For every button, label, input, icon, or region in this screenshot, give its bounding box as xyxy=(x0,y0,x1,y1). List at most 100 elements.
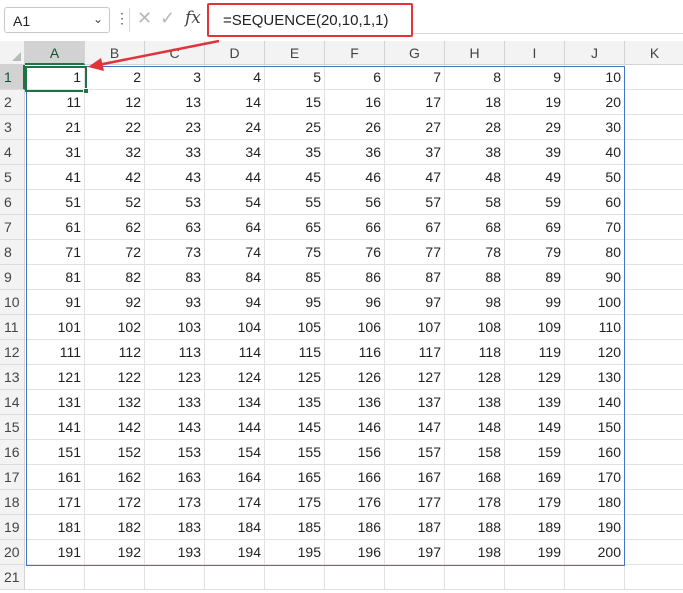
cell-H21[interactable] xyxy=(445,565,505,590)
cell-H11[interactable]: 108 xyxy=(445,315,505,340)
cell-C21[interactable] xyxy=(145,565,205,590)
cell-F4[interactable]: 36 xyxy=(325,140,385,165)
cell-F20[interactable]: 196 xyxy=(325,540,385,565)
cell-A1[interactable]: 1 xyxy=(25,65,85,90)
cell-D13[interactable]: 124 xyxy=(205,365,265,390)
more-options-icon[interactable]: ⋮ xyxy=(115,10,129,27)
cell-B13[interactable]: 122 xyxy=(85,365,145,390)
cell-D10[interactable]: 94 xyxy=(205,290,265,315)
cell-E12[interactable]: 115 xyxy=(265,340,325,365)
cell-E17[interactable]: 165 xyxy=(265,465,325,490)
cell-E5[interactable]: 45 xyxy=(265,165,325,190)
cell-K12[interactable] xyxy=(625,340,683,365)
cell-B10[interactable]: 92 xyxy=(85,290,145,315)
cell-F12[interactable]: 116 xyxy=(325,340,385,365)
cell-J13[interactable]: 130 xyxy=(565,365,625,390)
cell-B6[interactable]: 52 xyxy=(85,190,145,215)
cell-F3[interactable]: 26 xyxy=(325,115,385,140)
cell-J19[interactable]: 190 xyxy=(565,515,625,540)
cell-A6[interactable]: 51 xyxy=(25,190,85,215)
cell-I15[interactable]: 149 xyxy=(505,415,565,440)
cell-K3[interactable] xyxy=(625,115,683,140)
cell-K9[interactable] xyxy=(625,265,683,290)
cell-E7[interactable]: 65 xyxy=(265,215,325,240)
cell-F2[interactable]: 16 xyxy=(325,90,385,115)
cell-C8[interactable]: 73 xyxy=(145,240,205,265)
cell-B7[interactable]: 62 xyxy=(85,215,145,240)
cell-A14[interactable]: 131 xyxy=(25,390,85,415)
cell-H5[interactable]: 48 xyxy=(445,165,505,190)
cell-I17[interactable]: 169 xyxy=(505,465,565,490)
cell-J9[interactable]: 90 xyxy=(565,265,625,290)
cell-E9[interactable]: 85 xyxy=(265,265,325,290)
cell-D11[interactable]: 104 xyxy=(205,315,265,340)
cell-J1[interactable]: 10 xyxy=(565,65,625,90)
cell-D12[interactable]: 114 xyxy=(205,340,265,365)
cell-D15[interactable]: 144 xyxy=(205,415,265,440)
name-box[interactable]: A1 ⌄ xyxy=(4,7,110,33)
cell-I9[interactable]: 89 xyxy=(505,265,565,290)
cell-J4[interactable]: 40 xyxy=(565,140,625,165)
cell-G8[interactable]: 77 xyxy=(385,240,445,265)
cell-K1[interactable] xyxy=(625,65,683,90)
cell-I18[interactable]: 179 xyxy=(505,490,565,515)
cell-G7[interactable]: 67 xyxy=(385,215,445,240)
cell-A4[interactable]: 31 xyxy=(25,140,85,165)
cell-A12[interactable]: 111 xyxy=(25,340,85,365)
cell-H19[interactable]: 188 xyxy=(445,515,505,540)
cell-J2[interactable]: 20 xyxy=(565,90,625,115)
cell-E8[interactable]: 75 xyxy=(265,240,325,265)
cell-I7[interactable]: 69 xyxy=(505,215,565,240)
cell-H17[interactable]: 168 xyxy=(445,465,505,490)
cell-A16[interactable]: 151 xyxy=(25,440,85,465)
cell-B3[interactable]: 22 xyxy=(85,115,145,140)
cell-F13[interactable]: 126 xyxy=(325,365,385,390)
cell-D9[interactable]: 84 xyxy=(205,265,265,290)
cell-D2[interactable]: 14 xyxy=(205,90,265,115)
cell-K7[interactable] xyxy=(625,215,683,240)
cell-K14[interactable] xyxy=(625,390,683,415)
cell-A13[interactable]: 121 xyxy=(25,365,85,390)
cell-C7[interactable]: 63 xyxy=(145,215,205,240)
cell-I4[interactable]: 39 xyxy=(505,140,565,165)
cell-K15[interactable] xyxy=(625,415,683,440)
column-header-E[interactable]: E xyxy=(265,41,325,65)
cell-I11[interactable]: 109 xyxy=(505,315,565,340)
cell-H18[interactable]: 178 xyxy=(445,490,505,515)
cell-G11[interactable]: 107 xyxy=(385,315,445,340)
cell-K5[interactable] xyxy=(625,165,683,190)
cell-E1[interactable]: 5 xyxy=(265,65,325,90)
row-header-6[interactable]: 6 xyxy=(0,190,25,215)
fill-handle[interactable] xyxy=(83,88,89,94)
cell-K4[interactable] xyxy=(625,140,683,165)
cell-G18[interactable]: 177 xyxy=(385,490,445,515)
cell-I12[interactable]: 119 xyxy=(505,340,565,365)
cell-B1[interactable]: 2 xyxy=(85,65,145,90)
cell-I2[interactable]: 19 xyxy=(505,90,565,115)
cell-E4[interactable]: 35 xyxy=(265,140,325,165)
cell-A8[interactable]: 71 xyxy=(25,240,85,265)
cell-K10[interactable] xyxy=(625,290,683,315)
cell-D6[interactable]: 54 xyxy=(205,190,265,215)
cell-K8[interactable] xyxy=(625,240,683,265)
cell-B19[interactable]: 182 xyxy=(85,515,145,540)
cell-A7[interactable]: 61 xyxy=(25,215,85,240)
cell-A2[interactable]: 11 xyxy=(25,90,85,115)
cell-K11[interactable] xyxy=(625,315,683,340)
cell-D18[interactable]: 174 xyxy=(205,490,265,515)
cell-J5[interactable]: 50 xyxy=(565,165,625,190)
cell-J11[interactable]: 110 xyxy=(565,315,625,340)
cell-F11[interactable]: 106 xyxy=(325,315,385,340)
cell-D14[interactable]: 134 xyxy=(205,390,265,415)
cell-F7[interactable]: 66 xyxy=(325,215,385,240)
cell-B5[interactable]: 42 xyxy=(85,165,145,190)
cell-J14[interactable]: 140 xyxy=(565,390,625,415)
cell-H3[interactable]: 28 xyxy=(445,115,505,140)
cell-H8[interactable]: 78 xyxy=(445,240,505,265)
cell-J6[interactable]: 60 xyxy=(565,190,625,215)
cell-J18[interactable]: 180 xyxy=(565,490,625,515)
cell-H7[interactable]: 68 xyxy=(445,215,505,240)
column-header-H[interactable]: H xyxy=(445,41,505,65)
cell-I20[interactable]: 199 xyxy=(505,540,565,565)
cell-I8[interactable]: 79 xyxy=(505,240,565,265)
